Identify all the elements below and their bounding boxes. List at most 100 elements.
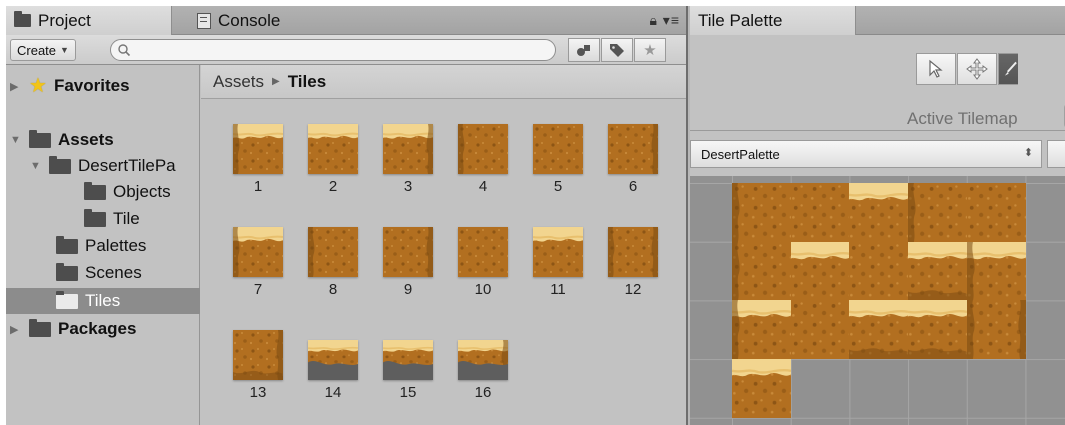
- tile-thumbnail: [608, 227, 658, 277]
- tree-item-tile[interactable]: Tile: [84, 206, 140, 232]
- project-content-area: Assets ▶ Tiles 1 2 3 4 5 6 7 8 9 10 11 12 13 14 15 16: [201, 65, 686, 425]
- palette-dropdown[interactable]: DesertPalette ⬍: [690, 140, 1042, 168]
- palette-edit-button[interactable]: [1047, 140, 1065, 168]
- tree-item-label: Scenes: [85, 263, 142, 282]
- editor-frame: Project Console 🔒︎ ▾≡ Create ▼ ★ ▶ ★ Fav…: [6, 6, 1065, 425]
- palette-tile[interactable]: [966, 183, 1026, 242]
- tree-item-favorites[interactable]: ▶ ★ Favorites: [10, 73, 130, 99]
- tile-thumbnail: [308, 124, 358, 174]
- tile-thumbnail: [608, 124, 658, 174]
- tree-item-packages[interactable]: ▶ Packages: [10, 316, 136, 342]
- palette-tabbar: Tile Palette: [690, 6, 1065, 35]
- tile-thumbnail: [458, 227, 508, 277]
- palette-tile[interactable]: [790, 300, 850, 360]
- palette-tile[interactable]: [966, 300, 1026, 360]
- palette-tile[interactable]: [849, 183, 909, 242]
- lock-menu-icons[interactable]: 🔒︎ ▾≡: [649, 12, 680, 29]
- tree-item-tiles[interactable]: Tiles: [6, 288, 200, 314]
- move-tool-button[interactable]: [957, 53, 997, 85]
- breadcrumb-assets[interactable]: Assets: [213, 72, 264, 92]
- tree-item-deserttilepa[interactable]: ▼ DesertTilePa: [30, 153, 176, 179]
- brush-icon: [1004, 61, 1017, 76]
- asset-tile[interactable]: 16: [455, 330, 511, 401]
- filter-by-type-icon: [577, 45, 590, 56]
- palette-tile[interactable]: [908, 183, 968, 242]
- palette-tile[interactable]: [732, 241, 791, 301]
- asset-tile[interactable]: 13: [230, 330, 286, 401]
- asset-tile[interactable]: 14: [305, 330, 361, 401]
- palette-tile[interactable]: [907, 241, 968, 301]
- chevron-down-icon: ▼: [60, 45, 69, 55]
- lock-icon[interactable]: 🔒︎: [649, 12, 657, 28]
- expand-arrow-icon[interactable]: ▶: [10, 323, 22, 336]
- asset-tile[interactable]: 5: [530, 124, 586, 195]
- breadcrumb-tiles[interactable]: Tiles: [288, 72, 326, 92]
- tab-console[interactable]: Console: [189, 6, 280, 35]
- project-toolbar: Create ▼ ★: [6, 35, 686, 65]
- tile-thumbnail: [233, 330, 283, 380]
- tree-item-scenes[interactable]: Scenes: [56, 260, 142, 286]
- tab-tile-palette[interactable]: Tile Palette: [690, 6, 856, 35]
- palette-tile[interactable]: [849, 241, 909, 301]
- palette-tile[interactable]: [732, 183, 791, 242]
- asset-label: 10: [474, 281, 492, 298]
- asset-tile[interactable]: 12: [605, 227, 661, 298]
- asset-tile[interactable]: 15: [380, 330, 436, 401]
- asset-label: 8: [328, 281, 338, 298]
- tree-item-assets[interactable]: ▼ Assets: [10, 127, 114, 153]
- asset-tile[interactable]: 6: [605, 124, 661, 195]
- brush-tool-button[interactable]: [998, 53, 1018, 85]
- tile-palette-grid[interactable]: [690, 176, 1065, 425]
- tile-thumbnail: [233, 124, 283, 174]
- tree-item-label: Objects: [113, 182, 171, 201]
- asset-label: 12: [624, 281, 642, 298]
- palette-tile[interactable]: [790, 183, 850, 242]
- asset-label: 5: [553, 178, 563, 195]
- asset-tile[interactable]: 10: [455, 227, 511, 298]
- console-icon: [197, 12, 211, 29]
- asset-label: 14: [324, 384, 342, 401]
- create-button[interactable]: Create ▼: [10, 39, 76, 61]
- favorite-star-icon: ★: [643, 42, 657, 59]
- asset-label: 7: [253, 281, 263, 298]
- palette-tile[interactable]: [966, 241, 1026, 301]
- window-menu-icon[interactable]: ▾≡: [663, 12, 680, 28]
- search-field[interactable]: [110, 39, 556, 61]
- asset-tile[interactable]: 11: [530, 227, 586, 298]
- tile-thumbnail: [308, 227, 358, 277]
- palette-tile[interactable]: [849, 300, 909, 360]
- star-icon: ★: [29, 75, 47, 97]
- search-input[interactable]: [135, 43, 535, 57]
- folder-icon: [49, 155, 71, 174]
- asset-tile[interactable]: 2: [305, 124, 361, 195]
- filter-by-label-button[interactable]: [601, 38, 633, 62]
- move-cross-icon: [966, 58, 988, 80]
- collapse-arrow-icon[interactable]: ▼: [10, 134, 22, 146]
- expand-arrow-icon[interactable]: ▶: [10, 80, 22, 93]
- filter-by-type-button[interactable]: [568, 38, 600, 62]
- palette-tile[interactable]: [907, 300, 968, 360]
- asset-tile[interactable]: 9: [380, 227, 436, 298]
- palette-tile[interactable]: [790, 241, 850, 301]
- asset-tile[interactable]: 4: [455, 124, 511, 195]
- tab-project-label: Project: [38, 10, 91, 30]
- select-tool-button[interactable]: [916, 53, 956, 85]
- asset-tile[interactable]: 7: [230, 227, 286, 298]
- tree-item-palettes[interactable]: Palettes: [56, 233, 146, 259]
- tree-item-objects[interactable]: Objects: [84, 179, 171, 205]
- collapse-arrow-icon[interactable]: ▼: [30, 160, 42, 172]
- asset-tile[interactable]: 3: [380, 124, 436, 195]
- tree-item-label: Favorites: [53, 76, 130, 95]
- tile-thumbnail: [533, 227, 583, 277]
- tree-item-label: Tile: [113, 209, 140, 228]
- project-tabbar: Project Console 🔒︎ ▾≡: [6, 6, 686, 35]
- tab-project[interactable]: Project: [6, 6, 172, 35]
- palette-tile[interactable]: [731, 359, 792, 419]
- tile-palette-window: Tile Palette Active Tilemap DesertPalett…: [690, 6, 1065, 425]
- folder-icon: [56, 235, 78, 254]
- save-search-button[interactable]: ★: [634, 38, 666, 62]
- folder-icon: [14, 11, 31, 27]
- palette-tile[interactable]: [731, 300, 792, 360]
- asset-tile[interactable]: 8: [305, 227, 361, 298]
- asset-tile[interactable]: 1: [230, 124, 286, 195]
